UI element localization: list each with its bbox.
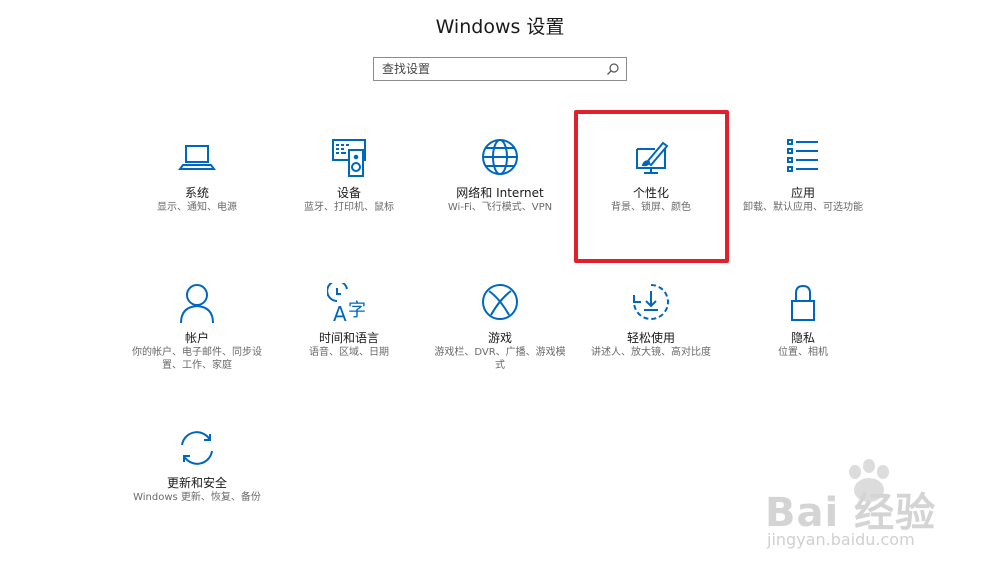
highlight-frame (574, 110, 729, 263)
svg-text:字: 字 (348, 300, 366, 321)
tile-label: 应用 (790, 186, 815, 200)
time-language-icon: A 字 (327, 283, 371, 327)
tile-network[interactable]: 网络和 Internet Wi-Fi、飞行模式、VPN (430, 138, 570, 214)
tile-label: 系统 (184, 186, 209, 200)
laptop-icon (175, 138, 219, 182)
person-icon (175, 283, 219, 327)
sync-icon (175, 428, 219, 472)
tile-update-security[interactable]: 更新和安全 Windows 更新、恢复、备份 (127, 428, 267, 504)
tile-description: 语音、区域、日期 (309, 347, 389, 358)
watermark-url: jingyan.baidu.com (767, 530, 915, 549)
tile-description: 蓝牙、打印机、鼠标 (304, 202, 394, 213)
tile-description: 显示、通知、电源 (157, 202, 237, 213)
tile-time-language[interactable]: A 字 时间和语言 语音、区域、日期 (279, 283, 419, 359)
apps-list-icon (781, 138, 825, 182)
tile-description: 你的帐户、电子邮件、同步设置、工作、家庭 (132, 347, 262, 371)
tile-description: Wi-Fi、飞行模式、VPN (447, 202, 553, 213)
tile-system[interactable]: 系统 显示、通知、电源 (127, 138, 267, 214)
tile-apps[interactable]: 应用 卸载、默认应用、可选功能 (733, 138, 873, 214)
tile-accounts[interactable]: 帐户 你的帐户、电子邮件、同步设置、工作、家庭 (127, 283, 267, 372)
tile-privacy[interactable]: 隐私 位置、相机 (733, 283, 873, 359)
tile-label: 游戏 (487, 331, 512, 345)
tile-description: 游戏栏、DVR、广播、游戏模式 (434, 347, 566, 371)
search-box[interactable] (373, 57, 627, 81)
tile-label: 更新和安全 (166, 476, 227, 490)
tile-label: 时间和语言 (318, 331, 379, 345)
search-input[interactable] (374, 58, 608, 80)
tile-gaming[interactable]: 游戏 游戏栏、DVR、广播、游戏模式 (430, 283, 570, 372)
tile-label: 隐私 (790, 331, 815, 345)
devices-icon (327, 138, 371, 182)
tile-description: 位置、相机 (778, 347, 828, 358)
globe-icon (478, 138, 522, 182)
search-icon[interactable] (606, 62, 620, 76)
tile-label: 轻松使用 (626, 331, 675, 345)
tile-description: 卸载、默认应用、可选功能 (743, 202, 863, 213)
tile-description: 讲述人、放大镜、高对比度 (591, 347, 711, 358)
svg-text:A: A (333, 302, 347, 326)
tile-label: 网络和 Internet (456, 186, 544, 200)
window-title: Windows 设置 (435, 16, 565, 38)
lock-icon (781, 283, 825, 327)
tile-label: 设备 (336, 186, 361, 200)
tile-devices[interactable]: 设备 蓝牙、打印机、鼠标 (279, 138, 419, 214)
tile-description: Windows 更新、恢复、备份 (133, 492, 261, 503)
tile-ease-of-access[interactable]: 轻松使用 讲述人、放大镜、高对比度 (581, 283, 721, 359)
baidu-watermark: Bai 经验 jingyan.baidu.com (765, 458, 990, 553)
xbox-icon (478, 283, 522, 327)
ease-of-access-icon (629, 283, 673, 327)
tile-label: 帐户 (184, 331, 209, 345)
